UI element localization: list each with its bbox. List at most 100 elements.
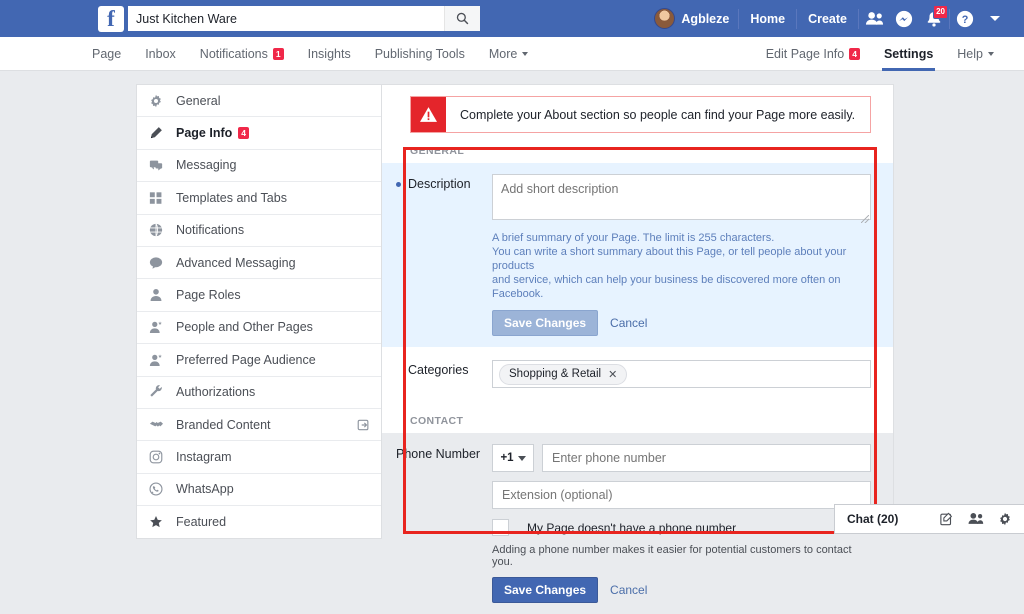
sidebar-item-page-roles[interactable]: Page Roles — [137, 279, 381, 311]
description-save-button[interactable]: Save Changes — [492, 310, 598, 336]
nav-item-label: Publishing Tools — [375, 47, 465, 61]
gear-icon — [149, 93, 169, 109]
nav-item-publishing-tools[interactable]: Publishing Tools — [363, 37, 477, 71]
phone-cancel-button[interactable]: Cancel — [610, 583, 647, 597]
sidebar-item-label: Featured — [176, 515, 226, 529]
nav-item-label: Page — [92, 47, 121, 61]
home-link[interactable]: Home — [739, 12, 796, 26]
sidebar-item-advanced-messaging[interactable]: Advanced Messaging — [137, 247, 381, 279]
avatar[interactable] — [654, 8, 675, 29]
phone-extension-input[interactable] — [492, 481, 871, 509]
sidebar-item-notifications[interactable]: Notifications — [137, 215, 381, 247]
search-input[interactable] — [128, 7, 444, 30]
categories-field[interactable]: Shopping & Retail ✕ — [492, 360, 871, 388]
chevron-down-icon — [522, 52, 528, 56]
sidebar-item-preferred-page-audience[interactable]: Preferred Page Audience — [137, 344, 381, 376]
warning-triangle-icon — [411, 97, 446, 132]
description-textarea-wrapper — [492, 174, 871, 225]
nav-item-badge: 1 — [273, 48, 284, 60]
description-input[interactable] — [492, 174, 871, 220]
nav-item-badge: 4 — [849, 48, 860, 60]
category-tag[interactable]: Shopping & Retail ✕ — [499, 364, 627, 385]
compose-icon[interactable] — [940, 512, 954, 526]
description-label: Description — [396, 174, 492, 336]
sidebar-item-label: People and Other Pages — [176, 320, 313, 334]
phone-number-input[interactable] — [542, 444, 871, 472]
description-cancel-button[interactable]: Cancel — [610, 316, 647, 330]
nav-item-label: Settings — [884, 47, 933, 61]
nav-item-help[interactable]: Help — [945, 37, 1006, 71]
nav-item-label: Help — [957, 47, 983, 61]
sidebar-item-messaging[interactable]: Messaging — [137, 150, 381, 182]
sidebar-item-people-and-other-pages[interactable]: People and Other Pages — [137, 312, 381, 344]
sidebar-item-instagram[interactable]: Instagram — [137, 441, 381, 473]
alert-message: Complete your About section so people ca… — [446, 108, 855, 122]
search-bar[interactable] — [128, 6, 480, 31]
instagram-icon — [149, 449, 169, 465]
sidebar-item-label: Notifications — [176, 223, 244, 237]
nav-item-page[interactable]: Page — [80, 37, 133, 71]
nav-item-insights[interactable]: Insights — [296, 37, 363, 71]
phone-number-label: Phone Number — [396, 444, 492, 603]
account-menu-chevron-down-icon[interactable] — [980, 0, 1010, 37]
sidebar-item-whatsapp[interactable]: WhatsApp — [137, 474, 381, 506]
messenger-icon[interactable] — [889, 0, 919, 37]
categories-label: Categories — [396, 360, 492, 388]
chat-bubbles-icon — [149, 157, 169, 173]
nav-item-label: More — [489, 47, 517, 61]
country-code-select[interactable]: +1 — [492, 444, 534, 472]
chat-bar[interactable]: Chat (20) — [834, 504, 1024, 534]
person-star-icon — [149, 352, 169, 368]
close-x-icon[interactable]: ✕ — [608, 368, 617, 381]
sidebar-item-general[interactable]: General — [137, 85, 381, 117]
notifications-count-badge: 20 — [933, 5, 948, 19]
description-help-line-2: You can write a short summary about this… — [492, 245, 871, 273]
nav-item-label: Insights — [308, 47, 351, 61]
sidebar-item-templates-and-tabs[interactable]: Templates and Tabs — [137, 182, 381, 214]
nav-item-inbox[interactable]: Inbox — [133, 37, 188, 71]
nav-item-edit-page-info[interactable]: Edit Page Info4 — [754, 37, 872, 71]
friends-list-icon[interactable] — [968, 512, 984, 526]
wrench-icon — [149, 384, 169, 400]
notifications-bell-icon[interactable]: 20 — [919, 0, 949, 37]
speech-bubble-icon — [149, 255, 169, 271]
no-phone-checkbox-row: My Page doesn't have a phone number — [492, 519, 871, 536]
phone-save-button[interactable]: Save Changes — [492, 577, 598, 603]
page-sub-navigation: Page Inbox Notifications 1 Insights Publishin… — [0, 37, 1024, 71]
profile-name-link[interactable]: Agbleze — [675, 12, 738, 26]
nav-item-more[interactable]: More — [477, 37, 540, 71]
settings-sidebar: GeneralPage Info4 Messaging Templates and … — [136, 84, 382, 539]
categories-row: Categories Shopping & Retail ✕ — [382, 347, 893, 399]
sidebar-item-label: WhatsApp — [176, 482, 234, 496]
phone-note: Adding a phone number makes it easier fo… — [492, 544, 871, 568]
help-circle-icon[interactable]: ? — [950, 0, 980, 37]
sidebar-item-page-info[interactable]: Page Info4 — [137, 117, 381, 149]
friend-requests-icon[interactable] — [859, 0, 889, 37]
top-bar-right-cluster: Agbleze Home Create 20 — [654, 0, 1024, 37]
external-link-icon[interactable] — [357, 418, 371, 432]
chevron-down-icon — [518, 456, 526, 461]
nav-item-label: Notifications — [200, 47, 268, 61]
search-icon[interactable] — [444, 6, 480, 31]
contact-section-heading: CONTACT — [410, 415, 893, 427]
nav-item-settings[interactable]: Settings — [872, 37, 945, 71]
sidebar-item-authorizations[interactable]: Authorizations — [137, 377, 381, 409]
description-row: Description A brief summary of your Page… — [382, 163, 893, 347]
handshake-icon — [149, 417, 169, 433]
settings-main-panel: Complete your About section so people ca… — [382, 84, 894, 534]
about-section-alert: Complete your About section so people ca… — [410, 96, 871, 133]
sidebar-item-branded-content[interactable]: Branded Content — [137, 409, 381, 441]
sidebar-item-label: Page Info — [176, 126, 232, 140]
country-code-value: +1 — [500, 452, 513, 464]
sidebar-item-label: Advanced Messaging — [176, 256, 296, 270]
facebook-logo[interactable]: f — [98, 6, 124, 32]
create-link[interactable]: Create — [797, 12, 858, 26]
nav-item-notifications[interactable]: Notifications 1 — [188, 37, 296, 71]
resize-grip-icon[interactable] — [861, 215, 869, 223]
phone-actions: Save Changes Cancel — [492, 577, 871, 603]
no-phone-checkbox[interactable] — [492, 519, 509, 536]
svg-text:?: ? — [962, 14, 969, 26]
gear-icon[interactable] — [998, 512, 1012, 526]
sidebar-item-label: Messaging — [176, 158, 236, 172]
sidebar-item-label: Templates and Tabs — [176, 191, 287, 205]
